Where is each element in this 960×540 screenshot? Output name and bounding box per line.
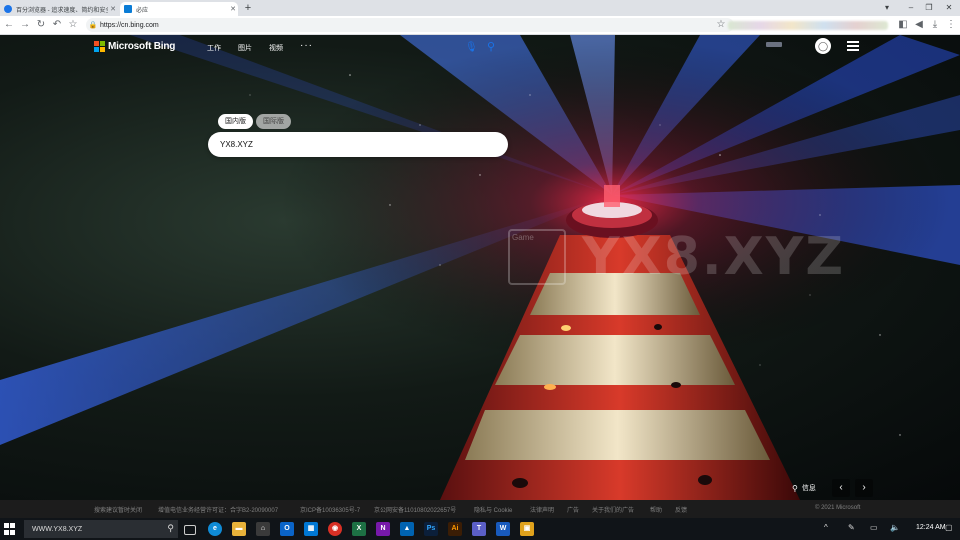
footer-link[interactable]: 法律声明 — [530, 505, 554, 514]
image-info-button[interactable]: ⚲ 信息 — [792, 479, 816, 497]
store-icon[interactable]: ⌂ — [256, 522, 270, 536]
onenote-icon[interactable]: N — [376, 522, 390, 536]
word-icon[interactable]: W — [496, 522, 510, 536]
download-icon[interactable]: ⤓ — [928, 18, 942, 32]
tab-domestic[interactable]: 国内版 — [218, 114, 253, 129]
address-bar[interactable]: 🔒 https://cn.bing.com — [86, 18, 734, 32]
rewards-indicator[interactable] — [766, 42, 782, 47]
back-button[interactable]: ← — [2, 18, 16, 32]
task-view-icon[interactable] — [184, 525, 196, 535]
undo-close-button[interactable]: ↶ — [50, 18, 64, 32]
volume-icon[interactable]: 🔈 — [890, 523, 900, 532]
nav-images[interactable]: 图片 — [238, 43, 252, 53]
bookmark-page-icon[interactable]: ☆ — [714, 18, 728, 32]
bookmark-star-icon[interactable]: ☆ — [66, 18, 80, 32]
copyright: © 2021 Microsoft — [815, 505, 861, 511]
previous-image-button[interactable]: ‹ — [832, 479, 850, 497]
footer-link[interactable]: 增值电信业务经营许可证：合字B2-20090007 — [158, 505, 278, 514]
battery-icon[interactable]: ▭ — [870, 523, 878, 532]
taskbar-search-input[interactable] — [32, 523, 152, 535]
crop-icon[interactable]: ◧ — [896, 18, 910, 32]
photoshop-icon[interactable]: Ps — [424, 522, 438, 536]
browser-tab-active[interactable]: 必应 ✕ — [120, 2, 238, 16]
next-image-button[interactable]: › — [855, 479, 873, 497]
lock-icon: 🔒 — [88, 22, 98, 29]
pen-icon[interactable]: ✎ — [848, 523, 855, 532]
file-explorer-icon[interactable]: ▬ — [232, 522, 246, 536]
clock[interactable]: 12:24 AM — [916, 524, 946, 531]
browser-tab-strip: 百分浏览器 - 追求速度、简约和安全 ✕ 必应 ✕ + ▾ – ❐ ✕ — [0, 0, 960, 16]
watermark-text: YX8.XYZ — [582, 227, 846, 287]
search-icon[interactable]: ⚲ — [484, 40, 498, 54]
bing-logo[interactable]: Microsoft Bing — [94, 41, 175, 52]
extensions-strip[interactable] — [728, 21, 888, 30]
restore-button[interactable]: ❐ — [918, 0, 940, 16]
forward-button[interactable]: → — [18, 18, 32, 32]
footer-link[interactable]: 广告 — [567, 505, 579, 514]
edge-icon[interactable]: e — [208, 522, 222, 536]
browser-toolbar: ← → ↻ ↶ ☆ 🔒 https://cn.bing.com ☆ ◧ ◀ ⤓ … — [0, 16, 960, 35]
footer-link[interactable]: 搜索建议暂时关闭 — [94, 505, 142, 514]
close-icon[interactable]: ✕ — [228, 5, 238, 13]
taskbar-search: ⚲ — [24, 520, 178, 538]
bing-header: Microsoft Bing 工作 图片 视频 ··· ◯ — [0, 35, 960, 59]
menu-icon[interactable]: ⋮ — [944, 18, 958, 32]
footer-link[interactable]: 帮助 — [650, 505, 662, 514]
illustrator-icon[interactable]: Ai — [448, 522, 462, 536]
excel-icon[interactable]: X — [352, 522, 366, 536]
bing-favicon-icon — [124, 5, 132, 13]
bing-homepage: Microsoft Bing 工作 图片 视频 ··· ◯ 国内版 国际版 🎙 … — [0, 35, 960, 500]
brand-name: Microsoft Bing — [108, 41, 176, 52]
teams-icon[interactable]: T — [472, 522, 486, 536]
scope-tabs: 国内版 国际版 — [218, 114, 294, 129]
notifications-icon[interactable]: ▢ — [945, 523, 953, 532]
footer-link[interactable]: 关于我们的广告 — [592, 505, 634, 514]
browser-tab[interactable]: 百分浏览器 - 追求速度、简约和安全 ✕ — [0, 2, 118, 16]
hamburger-menu-icon[interactable] — [847, 41, 859, 51]
account-avatar-icon[interactable]: ◯ — [815, 38, 831, 54]
photos-icon[interactable]: ▲ — [400, 522, 414, 536]
nav-more-icon[interactable]: ··· — [300, 40, 313, 51]
close-window-button[interactable]: ✕ — [938, 0, 960, 16]
microsoft-logo-icon — [94, 41, 105, 52]
nav-videos[interactable]: 视频 — [269, 43, 283, 53]
bing-footer: 搜索建议暂时关闭 增值电信业务经营许可证：合字B2-20090007 京ICP备… — [0, 500, 960, 518]
outlook-icon[interactable]: O — [280, 522, 294, 536]
new-tab-button[interactable]: + — [242, 2, 254, 14]
image-app-icon[interactable]: ▣ — [520, 522, 534, 536]
red-app-icon[interactable]: ◉ — [328, 522, 342, 536]
mute-icon[interactable]: ◀ — [912, 18, 926, 32]
windows-start-icon[interactable] — [4, 523, 16, 535]
reload-button[interactable]: ↻ — [34, 18, 48, 32]
tray-overflow-icon[interactable]: ^ — [824, 523, 828, 532]
info-label: 信息 — [801, 485, 816, 492]
tab-label: 百分浏览器 - 追求速度、简约和安全 — [16, 7, 108, 14]
search-input[interactable] — [220, 137, 460, 152]
close-icon[interactable]: ✕ — [108, 5, 118, 13]
calendar-icon[interactable]: ▦ — [304, 522, 318, 536]
browser-favicon-icon — [4, 5, 12, 13]
tab-search-button[interactable]: ▾ — [876, 0, 898, 16]
search-box — [208, 132, 508, 157]
footer-link[interactable]: 隐私与 Cookie — [474, 505, 512, 514]
location-pin-icon: ⚲ — [792, 483, 798, 493]
microphone-icon[interactable]: 🎙 — [465, 41, 478, 54]
footer-link[interactable]: 京ICP备10036305号-7 — [300, 505, 360, 514]
address-text: https://cn.bing.com — [100, 21, 159, 29]
footer-link[interactable]: 京公网安备11010802022657号 — [374, 505, 456, 514]
windows-taskbar: ⚲ e ▬ ⌂ O ▦ ◉ X N ▲ Ps Ai T W ▣ ^ ✎ ▭ 🔈 … — [0, 518, 960, 540]
nav-work[interactable]: 工作 — [207, 43, 221, 53]
tab-label: 必应 — [136, 7, 149, 14]
footer-link[interactable]: 反馈 — [675, 505, 687, 514]
tab-international[interactable]: 国际版 — [256, 114, 291, 129]
watermark-logo: Game — [508, 229, 566, 285]
search-icon[interactable]: ⚲ — [167, 523, 174, 534]
